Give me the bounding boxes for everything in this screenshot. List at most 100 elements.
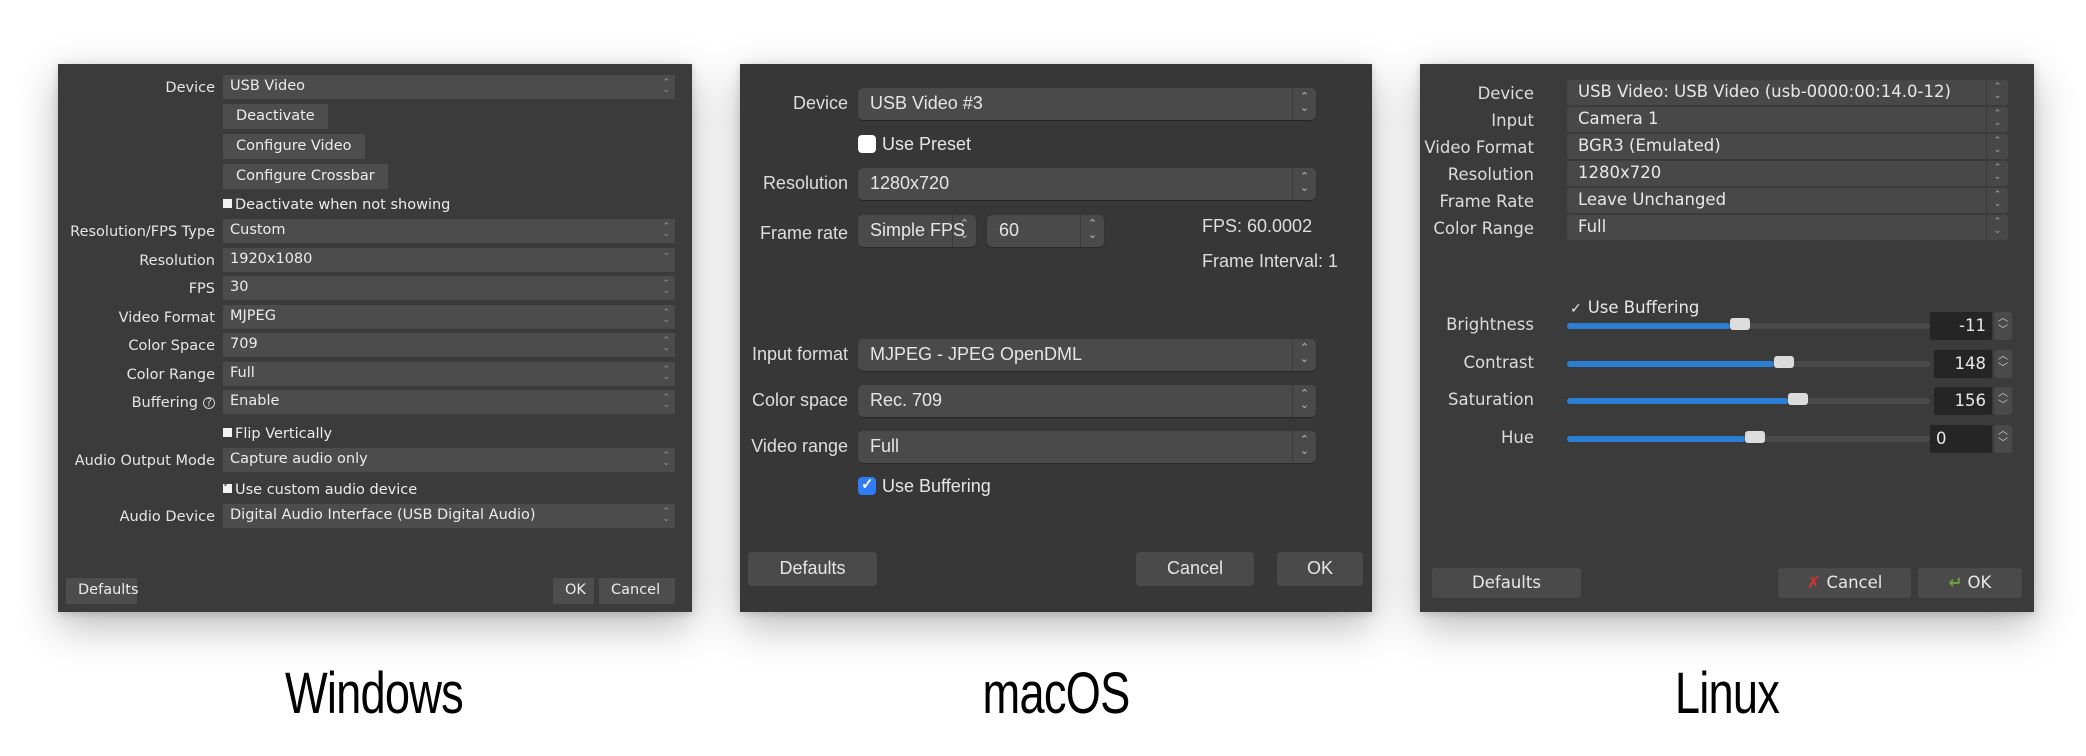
slider-thumb[interactable] [1730, 318, 1751, 330]
video-format-row: Video Format MJPEG ⌃ ⌄ [58, 305, 692, 331]
updown-arrow-icon: ⌃ ⌄ [662, 365, 670, 382]
configure-video-button[interactable]: Configure Video [223, 134, 365, 159]
spin-updown-icon[interactable]: ︿ ﹀ [1994, 424, 2012, 453]
audio-device-value: Digital Audio Interface (USB Digital Aud… [230, 507, 536, 523]
saturation-label: Saturation [1447, 390, 1534, 409]
flip-vertically-checkbox[interactable]: Flip Vertically [223, 426, 332, 442]
color-range-label: Color Range [127, 367, 215, 383]
video-format-combo[interactable]: MJPEG ⌃ ⌄ [223, 305, 675, 329]
cancel-button[interactable]: ✗ Cancel [1778, 568, 1911, 598]
use-custom-audio-device-checkbox[interactable]: Use custom audio device [223, 480, 417, 498]
cancel-button[interactable]: Cancel [1136, 552, 1254, 586]
updown-chevron-icon: ⌃ ⌄ [952, 215, 976, 247]
input-label: Input [1491, 111, 1534, 130]
saturation-slider[interactable] [1567, 393, 1930, 405]
macos-caption: macOS [982, 661, 1131, 726]
color-range-combo[interactable]: Full ⌃ ⌄ [223, 362, 675, 386]
color-space-popup[interactable]: Rec. 709 ⌃ ⌄ [858, 385, 1316, 417]
buffering-combo[interactable]: Enable ⌃ ⌄ [223, 390, 675, 414]
device-label: Device [792, 93, 848, 113]
buffering-label: Buffering? [132, 395, 215, 411]
ok-button[interactable]: ↵ OK [1918, 568, 2022, 598]
spin-updown-icon[interactable]: ︿ ﹀ [1994, 387, 2012, 415]
checkbox-label: Use Buffering [1587, 298, 1700, 317]
color-space-combo[interactable]: 709 ⌃ ⌄ [223, 333, 675, 357]
contrast-spinbox[interactable]: 148 [1934, 349, 1992, 378]
audio-device-combo[interactable]: Digital Audio Interface (USB Digital Aud… [223, 504, 675, 528]
ok-button[interactable]: OK [1277, 552, 1363, 586]
resolution-value: 1920x1080 [230, 251, 313, 267]
use-preset-checkbox[interactable]: Use Preset [858, 134, 971, 155]
device-popup[interactable]: USB Video #3 ⌃ ⌄ [858, 88, 1316, 120]
resolution-fps-type-combo[interactable]: Custom ⌃ ⌄ [223, 219, 675, 243]
frame-interval-info: Frame Interval: 1 [1202, 251, 1339, 271]
updown-arrow-icon: ⌃ ⌄ [1986, 107, 2008, 132]
checkbox-checked-icon [223, 480, 232, 493]
color-range-label: Color Range [1433, 219, 1534, 238]
video-range-value: Full [870, 436, 900, 456]
input-format-popup[interactable]: MJPEG - JPEG OpenDML ⌃ ⌄ [858, 339, 1316, 371]
video-range-popup[interactable]: Full ⌃ ⌄ [858, 431, 1316, 463]
frame-rate-label: Frame Rate [1439, 192, 1535, 211]
defaults-button[interactable]: Defaults [66, 578, 139, 604]
help-icon[interactable]: ? [203, 397, 215, 409]
resolution-combo[interactable]: 1280x720 ⌃ ⌄ [1567, 161, 2008, 186]
frame-rate-mode-popup[interactable]: Simple FPS ⌃ ⌄ [858, 215, 976, 247]
device-value: USB Video [230, 78, 305, 94]
contrast-slider[interactable] [1567, 355, 1930, 368]
device-combo[interactable]: USB Video: USB Video (usb-0000:00:14.0-1… [1567, 80, 2008, 105]
spin-updown-icon[interactable]: ︿ ﹀ [1994, 312, 2012, 340]
brightness-slider[interactable] [1567, 318, 1930, 330]
spin-updown-icon[interactable]: ︿ ﹀ [1994, 349, 2012, 378]
color-space-value: 709 [230, 336, 258, 352]
updown-arrow-icon: ⌃ ⌄ [1986, 188, 2008, 213]
brightness-spinbox[interactable]: -11 [1930, 312, 1992, 340]
color-space-value: Rec. 709 [870, 390, 943, 410]
color-space-label: Color space [751, 390, 848, 410]
updown-arrow-icon: ⌃ ⌄ [662, 451, 670, 468]
configure-crossbar-button[interactable]: Configure Crossbar [223, 164, 388, 189]
updown-arrow-icon: ⌃ ⌄ [662, 222, 670, 239]
cancel-label: Cancel [1826, 573, 1883, 592]
audio-output-mode-row: Audio Output Mode Capture audio only ⌃ ⌄ [58, 448, 692, 474]
ok-button[interactable]: OK [553, 578, 594, 604]
chevron-down-icon: ⌄ [662, 248, 670, 258]
defaults-button[interactable]: Defaults [1432, 568, 1581, 598]
use-buffering-checkbox[interactable]: Use Buffering [858, 475, 991, 497]
video-format-combo[interactable]: BGR3 (Emulated) ⌃ ⌄ [1567, 134, 2008, 159]
frame-rate-combo[interactable]: Leave Unchanged ⌃ ⌄ [1567, 188, 2008, 213]
resolution-fps-type-value: Custom [230, 222, 286, 238]
color-range-row: Color Range Full ⌃ ⌄ [58, 362, 692, 388]
cancel-button[interactable]: Cancel [599, 578, 675, 604]
buffering-value: Enable [230, 393, 280, 409]
slider-thumb[interactable] [1788, 393, 1809, 405]
deactivate-when-not-showing-checkbox[interactable]: Deactivate when not showing [223, 197, 450, 213]
frame-rate-value-popup[interactable]: 60 ⌃ ⌄ [987, 215, 1104, 247]
updown-arrow-icon: ⌃ ⌄ [662, 507, 670, 524]
label-text: Video Format [118, 310, 215, 326]
defaults-button[interactable]: Defaults [748, 552, 877, 586]
audio-device-label: Audio Device [119, 509, 215, 525]
resolution-combo[interactable]: 1920x1080 ⌄ [223, 248, 675, 272]
macos-properties-dialog: Device USB Video #3 ⌃ ⌄ Use Preset Resolu… [740, 64, 1372, 612]
device-combo[interactable]: USB Video ⌃ ⌄ [223, 75, 675, 99]
color-range-combo[interactable]: Full ⌃ ⌄ [1567, 215, 2008, 240]
input-combo[interactable]: Camera 1 ⌃ ⌄ [1567, 107, 2008, 132]
hue-slider[interactable] [1567, 430, 1930, 443]
checkbox-icon [223, 199, 232, 208]
label-text: Buffering [131, 395, 198, 411]
slider-thumb[interactable] [1744, 430, 1765, 443]
resolution-popup[interactable]: 1280x720 ⌃ ⌄ [858, 168, 1316, 200]
audio-output-mode-combo[interactable]: Capture audio only ⌃ ⌄ [223, 448, 675, 472]
deactivate-button[interactable]: Deactivate [223, 104, 328, 129]
fps-combo[interactable]: 30 ⌃ ⌄ [223, 276, 675, 300]
contrast-label: Contrast [1463, 352, 1534, 372]
saturation-spinbox[interactable]: 156 [1934, 387, 1992, 415]
use-buffering-checkbox[interactable]: ✓ Use Buffering [1570, 298, 1699, 317]
slider-thumb[interactable] [1773, 355, 1794, 368]
linux-properties-dialog: Device USB Video: USB Video (usb-0000:00:… [1420, 64, 2034, 612]
updown-arrow-icon: ⌃ ⌄ [662, 279, 670, 296]
audio-output-mode-label: Audio Output Mode [74, 453, 215, 469]
updown-chevron-icon: ⌃ ⌄ [1292, 431, 1316, 463]
hue-spinbox[interactable]: 0 [1930, 424, 1992, 453]
